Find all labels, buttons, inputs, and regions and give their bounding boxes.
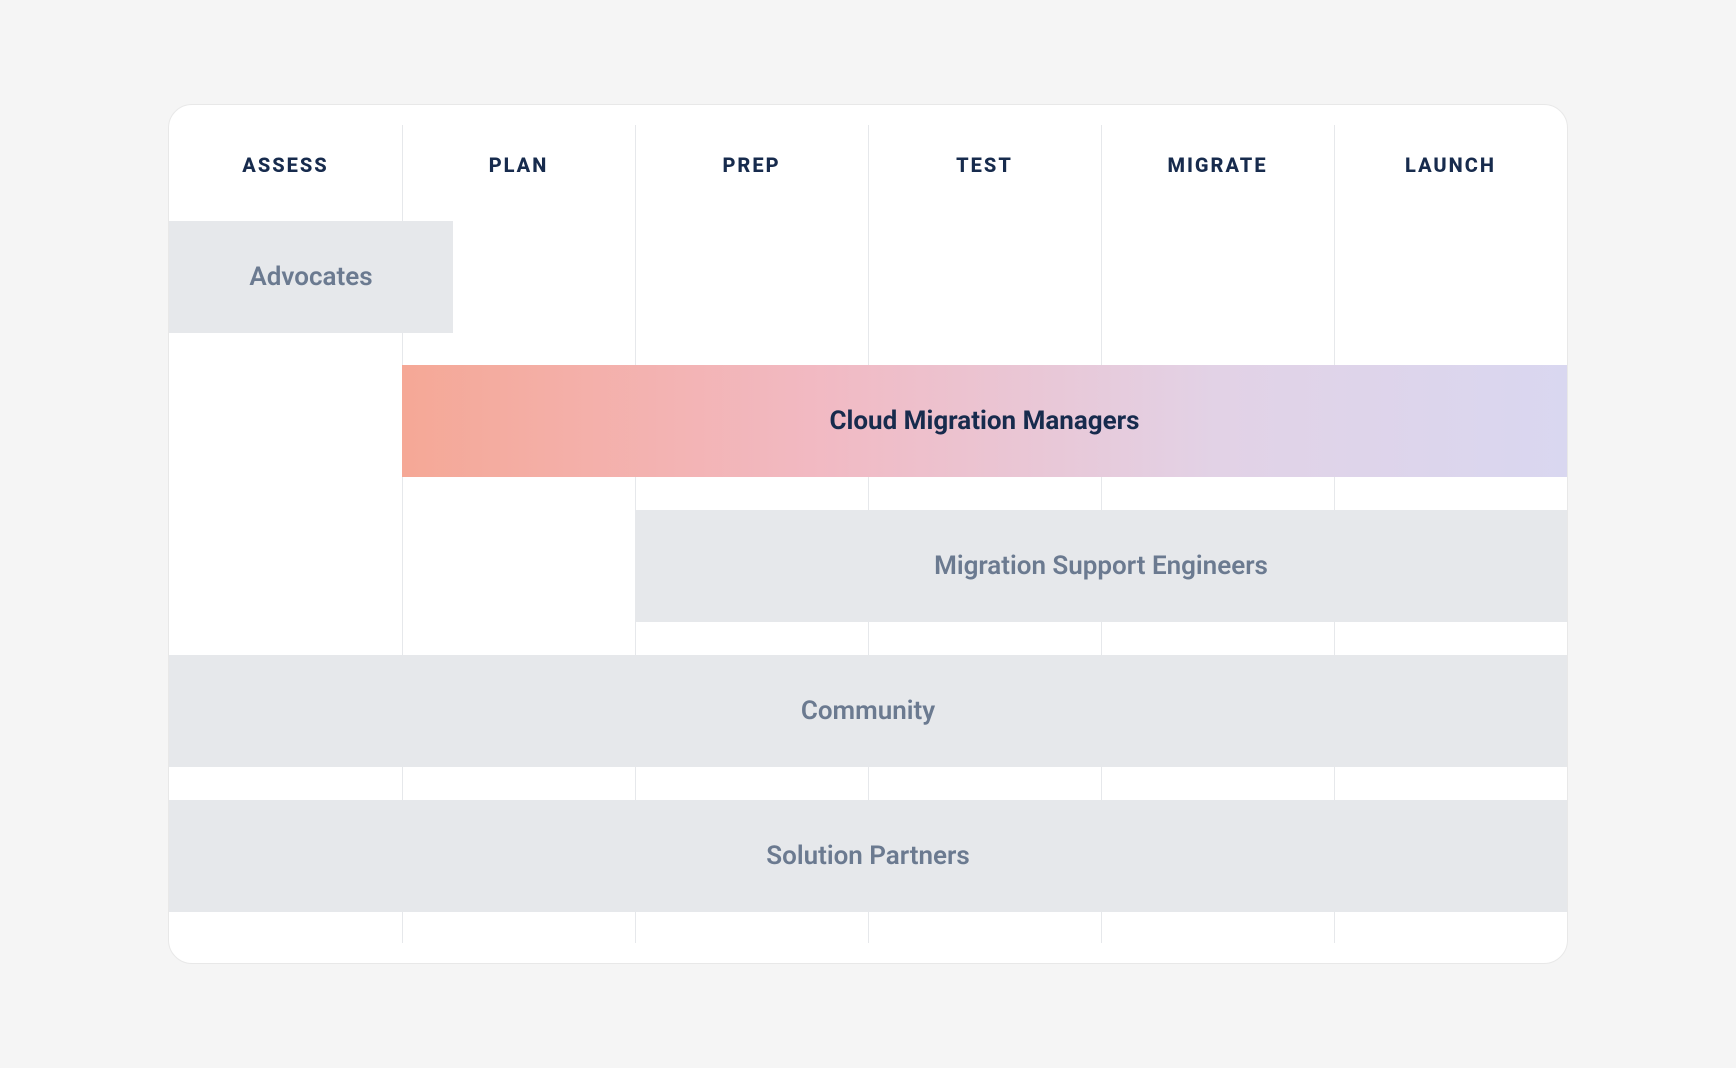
bar-label: Solution Partners [766,841,970,871]
phase-header-migrate: Migrate [1101,153,1334,177]
bar-community: Community [169,655,1567,767]
bar-label: Community [801,696,935,726]
bar-label: Cloud Migration Managers [829,406,1139,436]
phase-header-launch: Launch [1334,153,1567,177]
phase-grid: Assess Plan Prep Test Migrate Launch Adv… [169,105,1567,963]
phase-header-assess: Assess [169,153,402,177]
phase-header-plan: Plan [402,153,635,177]
phase-chart-card: Assess Plan Prep Test Migrate Launch Adv… [168,104,1568,964]
bar-advocates: Advocates [169,221,453,333]
bar-cloud-migration-managers: Cloud Migration Managers [402,365,1567,477]
phase-header-test: Test [868,153,1101,177]
bar-migration-support-engineers: Migration Support Engineers [635,510,1567,622]
bar-label: Advocates [249,262,372,292]
phase-header-row: Assess Plan Prep Test Migrate Launch [169,153,1567,177]
bar-label: Migration Support Engineers [934,551,1268,581]
phase-header-prep: Prep [635,153,868,177]
bar-solution-partners: Solution Partners [169,800,1567,912]
